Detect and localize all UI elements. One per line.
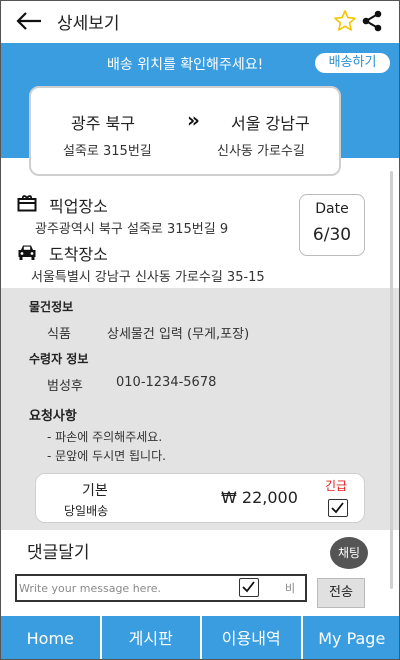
item-detail: 상세물건 입력 (무게,포장) (107, 327, 250, 342)
to-address: 신사동 가로수길 (217, 144, 305, 159)
urgent-label: 긴급 (325, 479, 348, 493)
message-box: 비 (15, 574, 307, 602)
receiver-heading: 수령자 정보 (29, 352, 89, 366)
star-outline-icon[interactable] (333, 9, 357, 33)
route-card: 광주 북구 » 서울 강남구 설죽로 315번길 신사동 가로수길 (29, 86, 341, 176)
double-chevron-right-icon: » (187, 108, 200, 132)
price-amount: ₩ 22,000 (221, 488, 298, 507)
checkmark-icon (242, 581, 255, 593)
receiver-phone: 010-1234-5678 (116, 375, 217, 390)
back-arrow-icon[interactable] (15, 9, 43, 33)
delivery-type: 기본 (82, 483, 108, 499)
request-item: - 파손에 주의해주세요. (47, 430, 163, 444)
item-info-heading: 물건정보 (29, 300, 74, 314)
secret-checkbox[interactable] (239, 578, 259, 597)
scrollbar[interactable] (390, 171, 393, 589)
message-input[interactable] (17, 576, 232, 600)
dropoff-address: 서울특별시 강남구 신사동 가로수길 35-15 (31, 270, 265, 285)
date-box: Date 6/30 (299, 194, 365, 256)
app-frame: 상세보기 배송 위치를 확인해주세요! 배송하기 광주 북구 » 서울 강남구 … (0, 0, 400, 660)
top-bar: 상세보기 (1, 1, 399, 43)
date-label: Date (315, 201, 349, 217)
nav-board[interactable]: 게시판 (102, 616, 202, 659)
date-value: 6/30 (312, 225, 352, 245)
bottom-nav: Home 게시판 이용내역 My Page (1, 616, 400, 659)
pickup-address: 광주광역시 북구 설죽로 315번길 9 (35, 222, 229, 237)
car-icon (18, 245, 36, 260)
comment-title: 댓글달기 (27, 543, 90, 563)
nav-history[interactable]: 이용내역 (202, 616, 303, 659)
checkmark-icon (331, 502, 344, 514)
package-icon (17, 195, 37, 212)
chat-button[interactable]: 채팅 (330, 537, 368, 569)
price-card: 기본 당일배송 ₩ 22,000 긴급 (35, 473, 365, 523)
banner-message: 배송 위치를 확인해주세요! (107, 57, 264, 73)
nav-mypage[interactable]: My Page (303, 616, 400, 659)
secret-label: 비 (285, 582, 296, 595)
to-city: 서울 강남구 (231, 114, 310, 133)
dropoff-title: 도착장소 (49, 245, 108, 264)
urgent-checkbox[interactable] (328, 499, 348, 517)
send-button[interactable]: 전송 (317, 578, 365, 608)
page-title: 상세보기 (57, 14, 120, 34)
item-category: 식품 (47, 327, 71, 342)
requests-heading: 요청사항 (29, 409, 77, 424)
delivery-subtype: 당일배송 (64, 504, 109, 518)
request-item: - 문앞에 두시면 됩니다. (47, 449, 166, 463)
from-city: 광주 북구 (71, 114, 135, 133)
receiver-name: 범성후 (47, 379, 83, 394)
nav-home[interactable]: Home (1, 616, 102, 659)
deliver-button[interactable]: 배송하기 (315, 53, 390, 73)
share-icon[interactable] (361, 10, 383, 32)
pickup-title: 픽업장소 (49, 197, 108, 216)
from-address: 설죽로 315번길 (63, 144, 152, 159)
